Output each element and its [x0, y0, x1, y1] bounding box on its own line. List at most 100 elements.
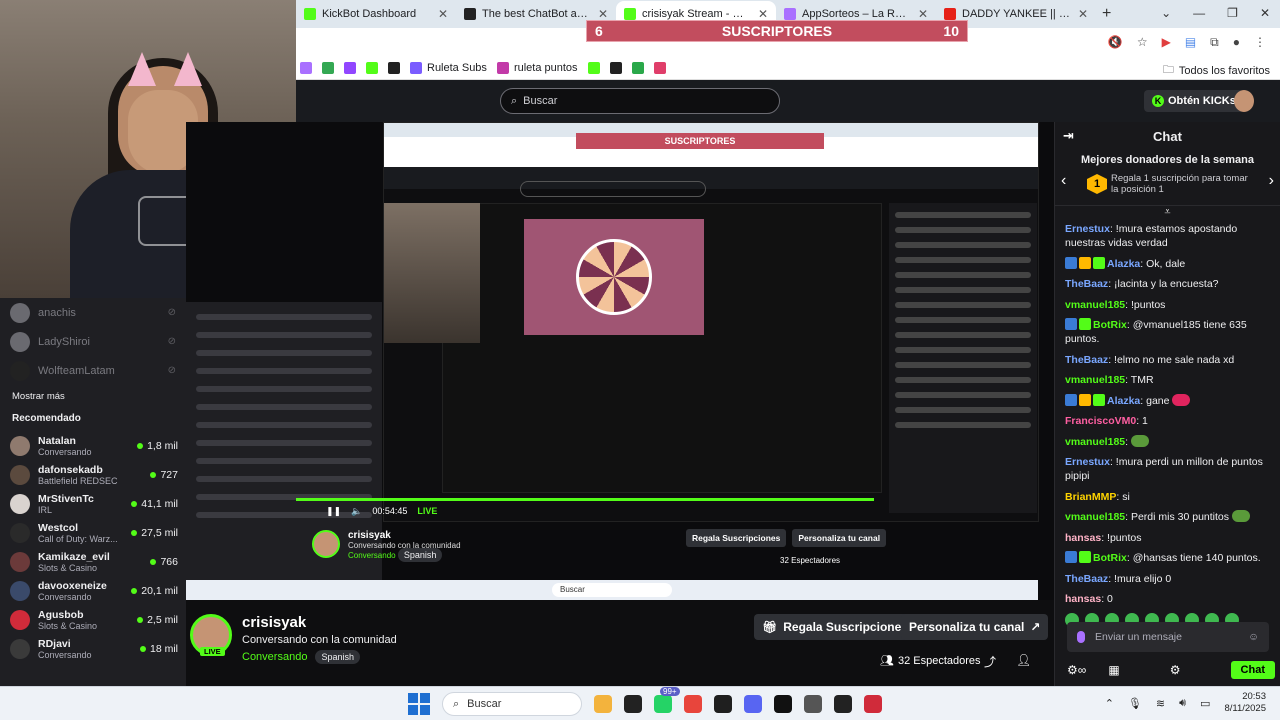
docs-icon[interactable]: ▤: [1185, 35, 1196, 50]
bookmark-item[interactable]: [653, 61, 666, 74]
chat-username[interactable]: TheBaaz: [1065, 278, 1108, 290]
chevron-left-icon[interactable]: ‹: [1061, 172, 1066, 190]
taskbar-app-icon[interactable]: [624, 695, 642, 713]
extension-icon[interactable]: ▶: [1162, 35, 1171, 50]
recommended-channel[interactable]: Natalan Conversando 1,8 mil: [0, 431, 186, 460]
chat-username[interactable]: hansas: [1065, 593, 1101, 605]
chat-username[interactable]: Alazka: [1107, 395, 1140, 407]
video-player[interactable]: SUSCRIPTORES ❚❚ 🔈 00:54:45 LIVE crisisya…: [186, 122, 1054, 600]
stream-category[interactable]: Conversando: [242, 651, 307, 663]
taskbar-app-icon[interactable]: [684, 695, 702, 713]
chat-username[interactable]: vmanuel185: [1065, 299, 1125, 311]
store-icon[interactable]: ▦: [1108, 663, 1119, 677]
recommended-channel[interactable]: RDjavi Conversando 18 mil: [0, 634, 186, 663]
start-button[interactable]: [408, 693, 430, 715]
show-more-button[interactable]: Mostrar más: [0, 385, 186, 409]
wifi-icon[interactable]: ≋: [1156, 697, 1165, 710]
chat-username[interactable]: Ernestux: [1065, 456, 1110, 468]
close-tab-icon[interactable]: ✕: [758, 7, 768, 21]
taskbar-app-icon[interactable]: [834, 695, 852, 713]
chat-username[interactable]: vmanuel185: [1065, 511, 1125, 523]
taskbar-app-icon[interactable]: [864, 695, 882, 713]
profile-avatar-icon[interactable]: ●: [1233, 35, 1240, 50]
chevron-right-icon[interactable]: ›: [1269, 172, 1274, 190]
bookmark-item[interactable]: [300, 61, 312, 74]
volume-icon[interactable]: 🔈: [351, 506, 362, 517]
battery-icon[interactable]: ▭: [1200, 697, 1210, 710]
chat-username[interactable]: vmanuel185: [1065, 374, 1125, 386]
bookmark-item[interactable]: Ruleta Subs: [410, 61, 487, 74]
chat-username[interactable]: BrianMMP: [1065, 491, 1116, 503]
language-tag[interactable]: Spanish: [315, 650, 360, 664]
emoji-icon[interactable]: ☺: [1248, 631, 1259, 643]
recommended-channel[interactable]: Westcol Call of Duty: Warz... 27,5 mil: [0, 518, 186, 547]
chat-username[interactable]: Alazka: [1107, 258, 1140, 270]
taskbar-app-icon[interactable]: [744, 695, 762, 713]
bookmark-star-icon[interactable]: ☆: [1137, 35, 1148, 50]
taskbar-app-icon[interactable]: [774, 695, 792, 713]
chat-message-input[interactable]: Enviar un mensaje ☺: [1067, 622, 1269, 652]
chat-tools-icon[interactable]: ⚙∞: [1067, 663, 1086, 677]
chat-username[interactable]: BotRix: [1093, 552, 1127, 564]
bookmark-item[interactable]: [366, 61, 378, 74]
menu-kebab-icon[interactable]: ⋮: [1254, 35, 1266, 50]
close-tab-icon[interactable]: ✕: [598, 7, 608, 21]
new-tab-button[interactable]: +: [1102, 5, 1111, 23]
bookmark-item[interactable]: [322, 61, 334, 74]
mic-icon[interactable]: [1077, 631, 1085, 643]
bookmark-item[interactable]: [587, 61, 600, 74]
bookmark-item[interactable]: [609, 61, 622, 74]
followed-channel[interactable]: WolfteamLatam ⊘: [0, 356, 186, 385]
pinned-toggle-icon[interactable]: ⩡: [1055, 206, 1280, 222]
recommended-channel[interactable]: dafonsekadb Battlefield REDSEC 727: [0, 460, 186, 489]
tab-search-icon[interactable]: ⌄: [1161, 6, 1171, 20]
bookmark-item[interactable]: [388, 61, 400, 74]
chat-username[interactable]: Ernestux: [1065, 223, 1110, 235]
close-tab-icon[interactable]: ✕: [1078, 7, 1088, 21]
chat-username[interactable]: TheBaaz: [1065, 573, 1108, 585]
get-kicks-button[interactable]: K Obtén KICKs: [1144, 90, 1244, 112]
all-favorites[interactable]: 🗀 Todos los favoritos: [1163, 61, 1270, 80]
user-avatar[interactable]: [1234, 90, 1254, 112]
taskbar-app-icon[interactable]: [594, 695, 612, 713]
chevron-up-icon[interactable]: ⌃: [1105, 697, 1114, 710]
bookmark-item[interactable]: ruleta puntos: [496, 61, 578, 74]
followed-channel[interactable]: anachis ⊘: [0, 298, 186, 327]
chat-username[interactable]: BotRix: [1093, 319, 1127, 331]
browser-tab[interactable]: KickBot Dashboard ✕: [296, 1, 456, 27]
gift-subs-button[interactable]: 🎁︎ Regala Suscripciones: [754, 614, 916, 640]
minimize-icon[interactable]: —: [1193, 6, 1205, 20]
chat-username[interactable]: hansas: [1065, 532, 1101, 544]
taskbar-app-icon[interactable]: [804, 695, 822, 713]
bookmark-item[interactable]: [344, 61, 356, 74]
customize-channel-button[interactable]: Personaliza tu canal ↗: [901, 614, 1049, 640]
send-chat-button[interactable]: Chat: [1230, 661, 1275, 679]
settings-gear-icon[interactable]: ⚙: [1170, 663, 1181, 677]
bookmark-item[interactable]: [631, 61, 644, 74]
clock[interactable]: 20:53 8/11/2025: [1224, 691, 1266, 715]
close-tab-icon[interactable]: ✕: [438, 7, 448, 21]
recommended-channel[interactable]: Kamikaze_evil Slots & Casino 766: [0, 547, 186, 576]
mute-tab-icon[interactable]: 🔇: [1108, 35, 1123, 50]
collapse-chat-icon[interactable]: ⇥: [1063, 128, 1074, 144]
maximize-icon[interactable]: ❐: [1227, 6, 1238, 20]
close-window-icon[interactable]: ✕: [1260, 6, 1270, 20]
site-search-input[interactable]: ⌕ Buscar: [500, 88, 780, 114]
volume-icon[interactable]: 🔊︎: [1179, 697, 1186, 710]
share-icon[interactable]: ⤴: [984, 653, 996, 670]
recommended-channel[interactable]: MrStivenTc IRL 41,1 mil: [0, 489, 186, 518]
chat-username[interactable]: TheBaaz: [1065, 354, 1108, 366]
streamer-name[interactable]: crisisyak: [242, 614, 306, 631]
recommended-channel[interactable]: Agusbob Slots & Casino 2,5 mil: [0, 605, 186, 634]
chat-username[interactable]: vmanuel185: [1065, 436, 1125, 448]
recommended-channel[interactable]: davooxeneize Conversando 20,1 mil: [0, 576, 186, 605]
taskbar-app-icon[interactable]: [714, 695, 732, 713]
chat-username[interactable]: FranciscoVM0: [1065, 415, 1136, 427]
close-tab-icon[interactable]: ✕: [918, 7, 928, 21]
taskbar-app-icon[interactable]: 99+: [654, 687, 680, 713]
pause-icon[interactable]: ❚❚: [326, 506, 341, 517]
followed-channel[interactable]: LadyShiroi ⊘: [0, 327, 186, 356]
video-progress-bar[interactable]: [296, 498, 874, 501]
extensions-puzzle-icon[interactable]: ⧉: [1210, 35, 1219, 50]
mic-icon[interactable]: 🎙︎: [1128, 697, 1142, 710]
